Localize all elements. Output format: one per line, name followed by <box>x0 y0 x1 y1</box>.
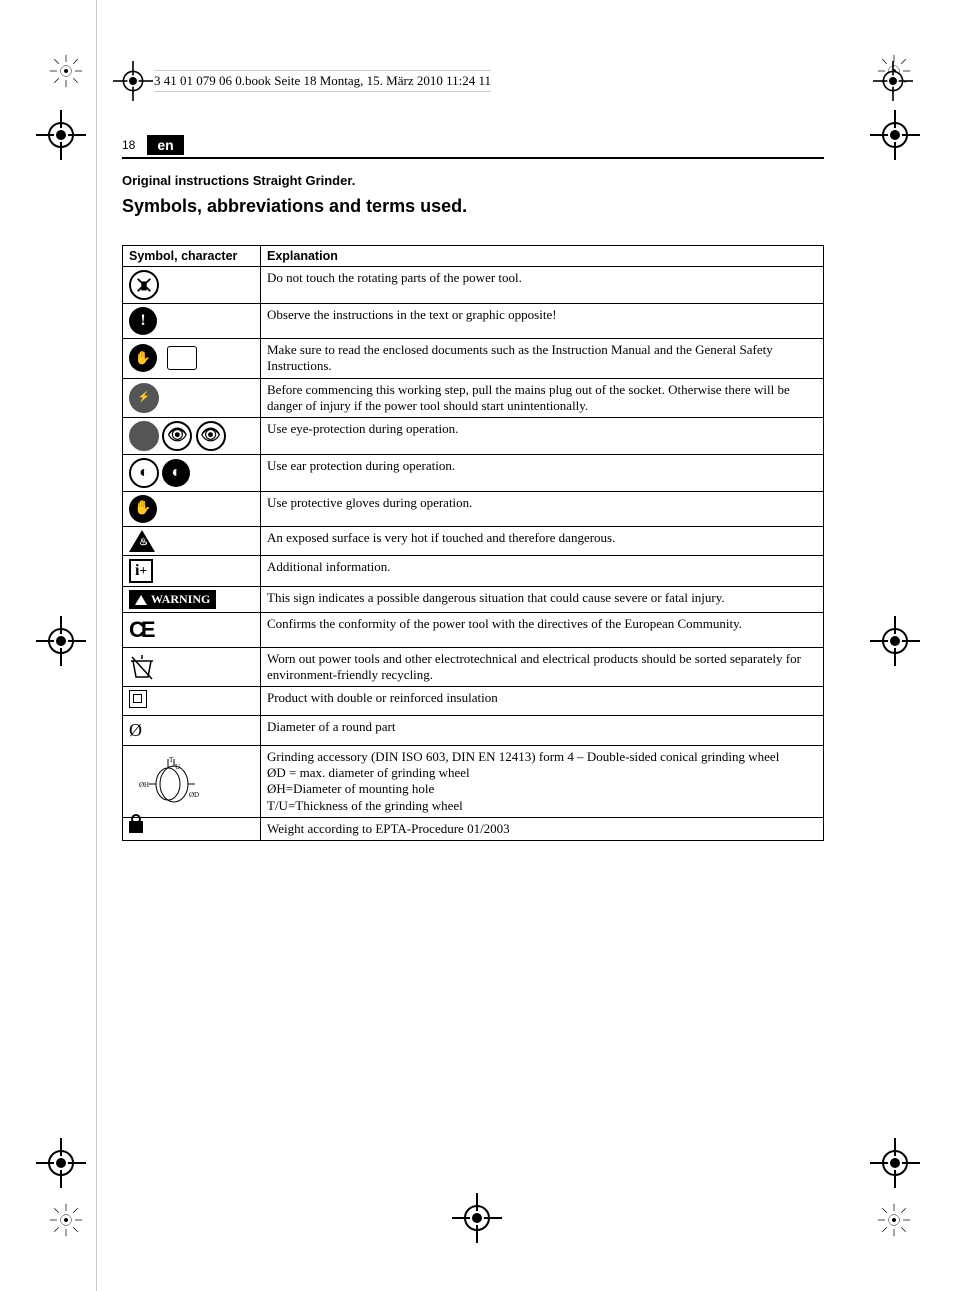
explanation-cell: Grinding accessory (DIN ISO 603, DIN EN … <box>261 745 824 817</box>
page-header: 18 en <box>122 135 824 159</box>
diameter-icon: Ø <box>129 720 142 740</box>
svg-text:ØH: ØH <box>139 781 149 789</box>
table-row: Product with double or reinforced insula… <box>123 687 824 716</box>
explanation-cell: Confirms the conformity of the power too… <box>261 613 824 648</box>
regmark-bc <box>464 1205 490 1231</box>
table-row: ✋ Use protective gloves during operation. <box>123 492 824 527</box>
unplug-icon: ⚡ <box>129 383 159 413</box>
header-filename: 3 41 01 079 06 0.book Seite 18 Montag, 1… <box>154 70 491 92</box>
svg-text:ØD: ØD <box>189 791 199 799</box>
svg-text:U: U <box>175 763 180 771</box>
explanation-cell: This sign indicates a possible dangerous… <box>261 587 824 613</box>
double-insulation-icon <box>129 690 147 708</box>
grinding-wheel-icon: TUØHØD <box>129 796 199 806</box>
explanation-cell: Make sure to read the enclosed documents… <box>261 339 824 379</box>
table-row: ✋ Make sure to read the enclosed documen… <box>123 339 824 379</box>
no-touch-icon <box>129 270 159 300</box>
table-row: ⚡ Before commencing this working step, pu… <box>123 378 824 418</box>
warning-badge: WARNING <box>129 590 216 609</box>
regmark-r1 <box>882 122 908 148</box>
symbol-cell: ⚡ <box>123 378 261 418</box>
explanation-cell: Do not touch the rotating parts of the p… <box>261 267 824 304</box>
symbol-cell: 👁 👁 <box>123 418 261 455</box>
symbol-cell: i+ <box>123 556 261 587</box>
eye-icon <box>129 421 159 451</box>
th-symbol: Symbol, character <box>123 246 261 267</box>
symbol-cell: ✋ <box>123 339 261 379</box>
explanation-cell: Observe the instructions in the text or … <box>261 304 824 339</box>
glove-icon: ✋ <box>129 495 157 523</box>
table-row: WARNING This sign indicates a possible da… <box>123 587 824 613</box>
explanation-cell: Diameter of a round part <box>261 716 824 746</box>
symbol-cell: Ø <box>123 716 261 746</box>
ear-icon: ◐ <box>129 458 159 488</box>
ear-icon-2: ◐ <box>162 459 190 487</box>
explanation-cell: Before commencing this working step, pul… <box>261 378 824 418</box>
svg-text:T: T <box>169 756 174 764</box>
table-row: 👁 👁Use eye-protection during operation. <box>123 418 824 455</box>
symbol-cell: WARNING <box>123 587 261 613</box>
page-number: 18 <box>122 138 135 152</box>
regmark-l2 <box>48 628 74 654</box>
regmark-l3 <box>48 1150 74 1176</box>
language-badge: en <box>147 135 183 155</box>
subtitle: Original instructions Straight Grinder. <box>122 173 824 188</box>
ce-mark-icon: CE <box>129 617 152 642</box>
symbol-cell: ! <box>123 304 261 339</box>
symbol-cell <box>123 647 261 687</box>
manual-icon <box>167 346 197 370</box>
table-row: CE Confirms the conformity of the power t… <box>123 613 824 648</box>
table-row: ♨ An exposed surface is very hot if touch… <box>123 527 824 556</box>
print-rotor-tl <box>48 53 84 89</box>
symbol-cell: ✋ <box>123 492 261 527</box>
info-icon: i+ <box>129 559 153 583</box>
symbol-cell: CE <box>123 613 261 648</box>
weight-icon <box>129 821 143 833</box>
explanation-cell: Use eye-protection during operation. <box>261 418 824 455</box>
table-row: Weight according to EPTA-Procedure 01/20… <box>123 817 824 840</box>
eye-icon-3: 👁 <box>196 421 226 451</box>
regmark-l1 <box>48 122 74 148</box>
table-row: Do not touch the rotating parts of the p… <box>123 267 824 304</box>
file-header: 3 41 01 079 06 0.book Seite 18 Montag, 1… <box>120 68 906 94</box>
print-rotor-bl <box>48 1202 84 1238</box>
table-row: ! Observe the instructions in the text or… <box>123 304 824 339</box>
explanation-cell: Use protective gloves during operation. <box>261 492 824 527</box>
regmark-r3 <box>882 1150 908 1176</box>
explanation-cell: An exposed surface is very hot if touche… <box>261 527 824 556</box>
fold-line <box>96 0 97 1291</box>
th-explanation: Explanation <box>261 246 824 267</box>
eye-icon-2: 👁 <box>162 421 192 451</box>
symbol-cell <box>123 817 261 840</box>
page-title: Symbols, abbreviations and terms used. <box>122 196 824 217</box>
weee-icon <box>129 653 155 681</box>
table-row: Ø Diameter of a round part <box>123 716 824 746</box>
table-row: ◐ ◐Use ear protection during operation. <box>123 455 824 492</box>
print-rotor-br <box>876 1202 912 1238</box>
table-row: i+ Additional information. <box>123 556 824 587</box>
explanation-cell: Worn out power tools and other electrote… <box>261 647 824 687</box>
symbol-cell <box>123 687 261 716</box>
table-row: TU ØH ØD Grinding accessory (DIN ISO 603, D… <box>123 745 824 817</box>
explanation-cell: Product with double or reinforced insula… <box>261 687 824 716</box>
exclaim-icon: ! <box>129 307 157 335</box>
explanation-cell: Use ear protection during operation. <box>261 455 824 492</box>
read-icon: ✋ <box>129 344 157 372</box>
symbol-cell: ◐ ◐ <box>123 455 261 492</box>
explanation-cell: Additional information. <box>261 556 824 587</box>
table-row: Worn out power tools and other electrote… <box>123 647 824 687</box>
symbol-cell: TU ØH ØD <box>123 745 261 817</box>
hot-surface-icon: ♨ <box>129 530 155 552</box>
symbols-table: Symbol, character Explanation Do not tou… <box>122 245 824 841</box>
regmark-r2 <box>882 628 908 654</box>
symbol-cell: ♨ <box>123 527 261 556</box>
symbol-cell <box>123 267 261 304</box>
explanation-cell: Weight according to EPTA-Procedure 01/20… <box>261 817 824 840</box>
